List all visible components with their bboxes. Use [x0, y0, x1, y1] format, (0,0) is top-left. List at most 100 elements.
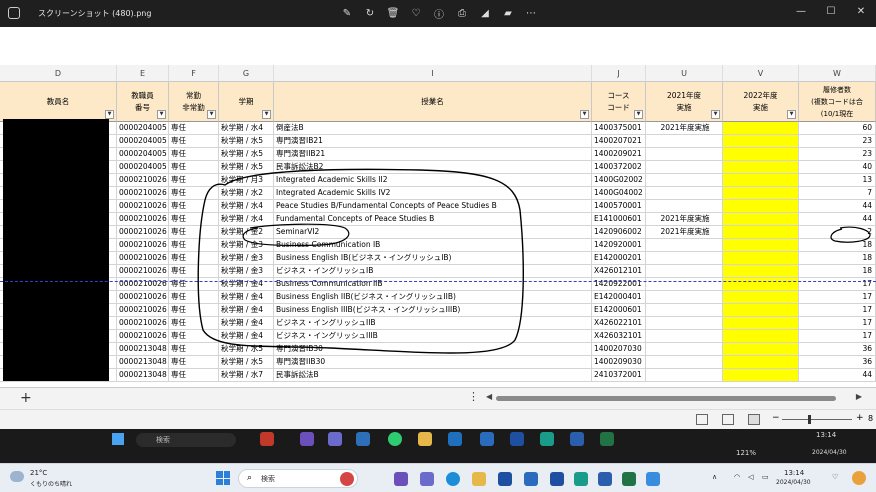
term-cell[interactable]: 秋学期 / 水5	[219, 135, 274, 148]
draw-icon[interactable]: ▰	[499, 5, 517, 21]
battery-icon[interactable]: ▭	[762, 473, 769, 481]
weather-icon[interactable]	[10, 471, 24, 482]
course-name-cell[interactable]: 専門演習IIB21	[274, 148, 592, 161]
notification-icon[interactable]: ♡	[832, 473, 838, 481]
course-name-cell[interactable]: 民事訴訟法B	[274, 369, 592, 382]
term-cell[interactable]: 秋学期 / 水2	[219, 187, 274, 200]
year2022-cell[interactable]	[723, 369, 799, 382]
column-letter[interactable]: F	[169, 65, 219, 82]
course-code-cell[interactable]: E141000601	[592, 213, 646, 226]
filter-dropdown-icon[interactable]: ▼	[711, 110, 720, 119]
year2022-cell[interactable]	[723, 213, 799, 226]
course-code-cell[interactable]: X426032101	[592, 330, 646, 343]
term-cell[interactable]: 秋学期 / 水4	[219, 122, 274, 135]
course-code-cell[interactable]: X426012101	[592, 265, 646, 278]
term-cell[interactable]: 秋学期 / 金4	[219, 278, 274, 291]
course-name-cell[interactable]: Fundamental Concepts of Peace Studies B	[274, 213, 592, 226]
term-cell[interactable]: 秋学期 / 水5	[219, 161, 274, 174]
enrollment-cell[interactable]: 18	[799, 252, 876, 265]
enrollment-cell[interactable]: 17	[799, 304, 876, 317]
staff-number-cell[interactable]: 0000204005	[117, 161, 169, 174]
rotate-icon[interactable]: ↻	[361, 5, 379, 21]
zoom-out-icon[interactable]: −	[772, 413, 780, 423]
year2021-cell[interactable]: 2021年度実施	[646, 122, 723, 135]
year2022-cell[interactable]	[723, 265, 799, 278]
edit-icon[interactable]: ✎	[338, 5, 356, 21]
course-code-cell[interactable]: 1420906002	[592, 226, 646, 239]
minimize-button[interactable]: —	[786, 0, 816, 22]
year2021-cell[interactable]	[646, 343, 723, 356]
employment-cell[interactable]: 専任	[169, 356, 219, 369]
enrollment-cell[interactable]: 18	[799, 265, 876, 278]
enrollment-cell[interactable]: 17	[799, 278, 876, 291]
column-letter[interactable]: J	[592, 65, 646, 82]
course-name-cell[interactable]: Business Communication IIB	[274, 278, 592, 291]
term-cell[interactable]: 秋学期 / 金4	[219, 291, 274, 304]
course-name-cell[interactable]: Business English IB(ビジネス・イングリッシュIB)	[274, 252, 592, 265]
term-cell[interactable]: 秋学期 / 月3	[219, 174, 274, 187]
employment-cell[interactable]: 専任	[169, 304, 219, 317]
app-icon[interactable]	[524, 472, 538, 486]
enrollment-cell[interactable]: 2	[799, 226, 876, 239]
course-code-cell[interactable]: 1400375001	[592, 122, 646, 135]
year2021-cell[interactable]	[646, 161, 723, 174]
scroll-right-icon[interactable]: ▶	[856, 392, 862, 401]
enrollment-cell[interactable]: 17	[799, 291, 876, 304]
volume-icon[interactable]: ◁	[748, 473, 753, 481]
employment-cell[interactable]: 専任	[169, 369, 219, 382]
app-icon[interactable]	[340, 472, 354, 486]
term-cell[interactable]: 秋学期 / 金3	[219, 239, 274, 252]
staff-number-cell[interactable]: 0000210026	[117, 239, 169, 252]
year2022-cell[interactable]	[723, 330, 799, 343]
employment-cell[interactable]: 専任	[169, 200, 219, 213]
staff-number-cell[interactable]: 0000210026	[117, 265, 169, 278]
employment-cell[interactable]: 専任	[169, 317, 219, 330]
employment-cell[interactable]: 専任	[169, 187, 219, 200]
year2022-cell[interactable]	[723, 200, 799, 213]
enrollment-cell[interactable]: 36	[799, 356, 876, 369]
staff-number-cell[interactable]: 0000210026	[117, 304, 169, 317]
term-cell[interactable]: 秋学期 / 水5	[219, 343, 274, 356]
column-letter[interactable]: G	[219, 65, 274, 82]
enrollment-cell[interactable]: 44	[799, 213, 876, 226]
year2022-cell[interactable]	[723, 239, 799, 252]
course-code-cell[interactable]: 1400207030	[592, 343, 646, 356]
course-code-cell[interactable]: 2410372001	[592, 369, 646, 382]
course-code-cell[interactable]: 1400372002	[592, 161, 646, 174]
year2022-cell[interactable]	[723, 226, 799, 239]
staff-number-cell[interactable]: 0000210026	[117, 226, 169, 239]
year2021-cell[interactable]	[646, 148, 723, 161]
year2022-cell[interactable]	[723, 135, 799, 148]
course-name-cell[interactable]: ビジネス・イングリッシュIIB	[274, 317, 592, 330]
staff-number-cell[interactable]: 0000204005	[117, 148, 169, 161]
clock-time[interactable]: 13:14	[784, 469, 804, 477]
course-name-cell[interactable]: Business English IIIB(ビジネス・イングリッシュIIIB)	[274, 304, 592, 317]
clock-date[interactable]: 2024/04/30	[776, 479, 811, 486]
staff-number-cell[interactable]: 0000213048	[117, 356, 169, 369]
page-break-view-icon[interactable]	[748, 414, 760, 425]
info-icon[interactable]: ⓘ	[430, 5, 448, 21]
staff-number-cell[interactable]: 0000210026	[117, 187, 169, 200]
employment-cell[interactable]: 専任	[169, 265, 219, 278]
filter-dropdown-icon[interactable]: ▼	[634, 110, 643, 119]
employment-cell[interactable]: 専任	[169, 213, 219, 226]
year2021-cell[interactable]	[646, 239, 723, 252]
enrollment-cell[interactable]: 36	[799, 343, 876, 356]
term-cell[interactable]: 秋学期 / 金4	[219, 317, 274, 330]
year2021-cell[interactable]	[646, 356, 723, 369]
employment-cell[interactable]: 専任	[169, 148, 219, 161]
course-code-cell[interactable]: 1400G02002	[592, 174, 646, 187]
year2022-cell[interactable]	[723, 278, 799, 291]
year2022-cell[interactable]	[723, 252, 799, 265]
course-code-cell[interactable]: E142000401	[592, 291, 646, 304]
staff-number-cell[interactable]: 0000210026	[117, 200, 169, 213]
course-code-cell[interactable]: 1420922001	[592, 278, 646, 291]
enrollment-cell[interactable]: 23	[799, 135, 876, 148]
staff-number-cell[interactable]: 0000213048	[117, 343, 169, 356]
windows-start-icon[interactable]	[216, 471, 230, 485]
employment-cell[interactable]: 専任	[169, 330, 219, 343]
course-code-cell[interactable]: E142000601	[592, 304, 646, 317]
edge-icon[interactable]	[446, 472, 460, 486]
staff-number-cell[interactable]: 0000210026	[117, 291, 169, 304]
course-name-cell[interactable]: ビジネス・イングリッシュIIIB	[274, 330, 592, 343]
